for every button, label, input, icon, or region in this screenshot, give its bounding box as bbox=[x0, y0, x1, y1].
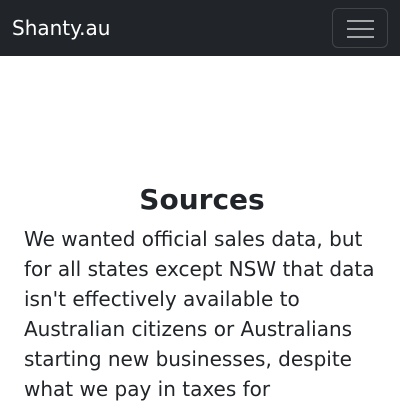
page-title: Sources bbox=[139, 183, 265, 216]
sources-paragraph: We wanted official sales data, but for a… bbox=[24, 227, 375, 401]
top-navbar: Shanty.au bbox=[0, 0, 400, 56]
navbar-toggle-button[interactable] bbox=[332, 8, 388, 48]
hamburger-menu-icon bbox=[347, 17, 374, 41]
main-content: Sources We wanted official sales data, b… bbox=[24, 182, 380, 404]
brand-link[interactable]: Shanty.au bbox=[12, 14, 110, 42]
